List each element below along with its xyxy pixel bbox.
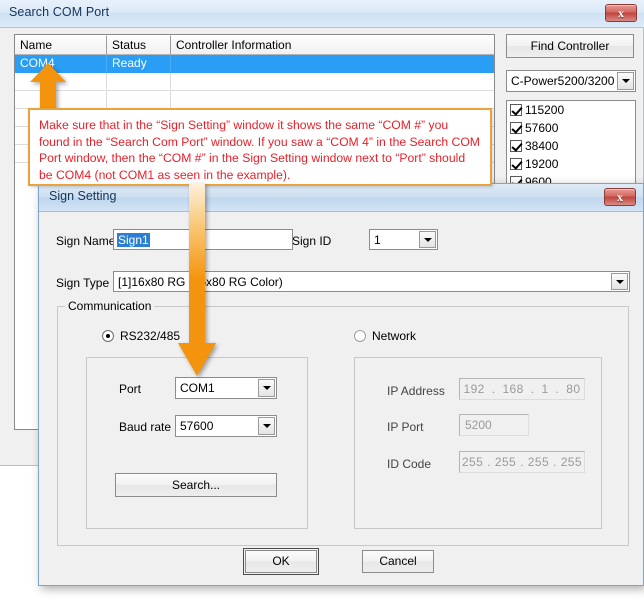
- id-dot: .: [487, 455, 491, 469]
- list-item-label: 115200: [525, 103, 565, 117]
- sign-type-label: Sign Type: [56, 276, 110, 290]
- radio-network[interactable]: Network: [354, 329, 416, 343]
- ip-octet-1: 192: [463, 382, 485, 396]
- cancel-button[interactable]: Cancel: [362, 550, 434, 573]
- baud-rate-checklist[interactable]: 115200 57600 38400 19200 9600: [506, 100, 636, 196]
- sign-setting-titlebar: Sign Setting x: [39, 184, 643, 212]
- id-dot: .: [520, 455, 524, 469]
- network-settings-panel: IP Address 192. 168. 1. 80 IP Port 5200 …: [354, 357, 602, 529]
- baud-rate-label: Baud rate: [119, 420, 172, 434]
- radio-rs232-485-label: RS232/485: [120, 329, 181, 343]
- cell-info: [171, 55, 494, 73]
- id-dot: .: [553, 455, 557, 469]
- radio-network-label: Network: [372, 329, 417, 343]
- column-header-status[interactable]: Status: [107, 35, 171, 54]
- baud-rate-value: 57600: [180, 419, 214, 433]
- ip-port-label: IP Port: [387, 420, 424, 434]
- ip-octet-3: 1: [541, 382, 549, 396]
- id-octet-2: 255: [494, 455, 517, 469]
- sign-name-label: Sign Name: [56, 234, 116, 248]
- table-row[interactable]: [15, 91, 494, 109]
- up-arrow-annotation-icon: [30, 63, 66, 110]
- id-octet-4: 255: [560, 455, 582, 469]
- radio-rs232-485[interactable]: RS232/485: [102, 329, 180, 343]
- close-icon-glyph: x: [617, 190, 623, 204]
- radio-icon: [354, 330, 366, 342]
- close-icon-glyph: x: [618, 6, 624, 20]
- table-row[interactable]: [15, 73, 494, 91]
- sign-id-combo[interactable]: 1: [369, 229, 438, 250]
- down-arrow-annotation-icon: [178, 183, 216, 376]
- cell-info: [171, 91, 494, 109]
- cell-status: [107, 91, 171, 109]
- sign-id-value: 1: [374, 232, 381, 247]
- column-header-controller-information[interactable]: Controller Information: [171, 35, 494, 54]
- ip-port-input[interactable]: 5200: [459, 414, 529, 436]
- com-port-grid-header: Name Status Controller Information: [15, 35, 494, 55]
- ok-button[interactable]: OK: [243, 548, 319, 575]
- ip-address-label: IP Address: [387, 384, 445, 398]
- column-header-name[interactable]: Name: [15, 35, 107, 54]
- port-label: Port: [119, 382, 142, 396]
- baud-rate-combo[interactable]: 57600: [175, 415, 277, 437]
- list-item[interactable]: 38400: [507, 137, 635, 155]
- port-combo[interactable]: COM1: [175, 377, 277, 399]
- table-row[interactable]: COM4 Ready: [15, 55, 494, 73]
- ip-dot: .: [530, 382, 535, 396]
- sign-id-label: Sign ID: [292, 234, 332, 248]
- list-item-label: 38400: [525, 139, 559, 153]
- ip-octet-4: 80: [566, 382, 581, 396]
- communication-group: Communication RS232/485 Network Port COM…: [57, 299, 629, 546]
- chevron-down-icon[interactable]: [258, 417, 275, 435]
- ip-port-value: 5200: [465, 418, 492, 432]
- ip-address-input[interactable]: 192. 168. 1. 80: [459, 378, 585, 400]
- close-icon[interactable]: x: [604, 188, 636, 206]
- controller-type-combo[interactable]: C-Power5200/3200: [506, 70, 636, 92]
- list-item[interactable]: 57600: [507, 119, 635, 137]
- list-item[interactable]: 115200: [507, 101, 635, 119]
- checkbox-icon[interactable]: [510, 122, 522, 134]
- chevron-down-icon[interactable]: [419, 231, 436, 248]
- search-button[interactable]: Search...: [115, 473, 277, 497]
- checkbox-icon[interactable]: [510, 158, 522, 170]
- id-code-input[interactable]: 255. 255. 255. 255: [459, 451, 585, 473]
- id-octet-1: 255: [461, 455, 484, 469]
- communication-group-label: Communication: [65, 299, 155, 313]
- id-octet-3: 255: [527, 455, 550, 469]
- cell-status: [107, 73, 171, 91]
- port-value: COM1: [180, 381, 215, 395]
- ip-octet-2: 168: [502, 382, 524, 396]
- chevron-down-icon[interactable]: [258, 379, 275, 397]
- sign-setting-dialog: Sign Setting x Sign Name Sign1 Sign ID 1…: [38, 183, 644, 586]
- controller-type-value: C-Power5200/3200: [511, 74, 615, 88]
- search-com-port-title: Search COM Port: [9, 5, 110, 19]
- sign-name-value: Sign1: [117, 232, 150, 247]
- chevron-down-icon[interactable]: [611, 273, 628, 290]
- ip-dot: .: [491, 382, 496, 396]
- sign-setting-title: Sign Setting: [49, 189, 117, 203]
- cell-info: [171, 73, 494, 91]
- instruction-callout: Make sure that in the “Sign Setting” win…: [28, 108, 492, 186]
- checkbox-icon[interactable]: [510, 140, 522, 152]
- list-item-label: 57600: [525, 121, 559, 135]
- cell-status: Ready: [107, 55, 171, 73]
- radio-icon: [102, 330, 114, 342]
- find-controller-button[interactable]: Find Controller: [506, 34, 634, 58]
- list-item[interactable]: 19200: [507, 155, 635, 173]
- screenshot-root: Search COM Port x Name Status Controller…: [0, 0, 644, 600]
- chevron-down-icon[interactable]: [617, 72, 634, 90]
- list-item-label: 19200: [525, 157, 559, 171]
- checkbox-icon[interactable]: [510, 104, 522, 116]
- id-code-label: ID Code: [387, 457, 432, 471]
- close-icon[interactable]: x: [605, 4, 637, 22]
- ip-dot: .: [555, 382, 560, 396]
- search-com-port-titlebar: Search COM Port x: [0, 0, 644, 28]
- serial-settings-panel: Port COM1 Baud rate 57600 Search...: [86, 357, 308, 529]
